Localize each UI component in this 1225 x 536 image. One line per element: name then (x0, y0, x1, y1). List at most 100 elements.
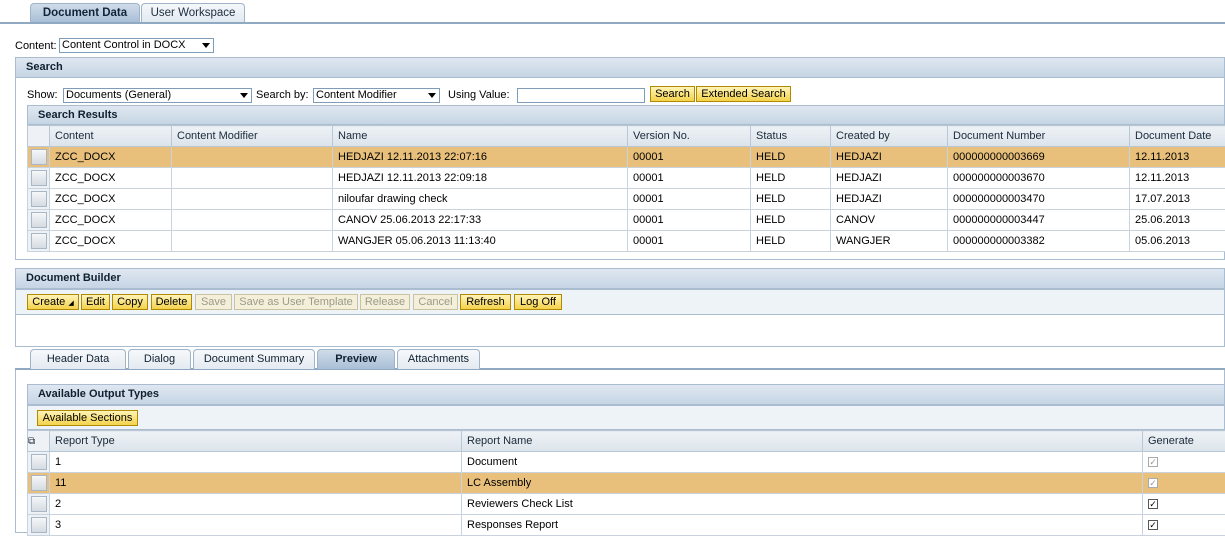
row-selector[interactable] (28, 494, 50, 515)
generate-checkbox[interactable]: ✓ (1148, 457, 1158, 467)
cell: 000000000003447 (948, 210, 1130, 231)
search-by-select-value: Content Modifier (316, 89, 397, 101)
search-section-header: Search (15, 57, 1225, 78)
generate-checkbox[interactable]: ✓ (1148, 499, 1158, 509)
column-header[interactable]: Content Modifier (172, 126, 333, 147)
tab-dialog[interactable]: Dialog (128, 349, 191, 369)
row-selector[interactable] (28, 168, 50, 189)
generate-checkbox[interactable]: ✓ (1148, 520, 1158, 530)
report-type-cell: 3 (50, 515, 462, 536)
column-header[interactable]: Generate (1143, 431, 1225, 452)
cell: 00001 (628, 210, 751, 231)
table-row[interactable]: 2 Reviewers Check List ✓ (28, 494, 1225, 515)
tab-document-summary[interactable]: Document Summary (193, 349, 315, 369)
edit-button[interactable]: Edit (81, 294, 110, 310)
row-selector[interactable] (28, 231, 50, 252)
using-value-input[interactable] (517, 88, 645, 103)
table-row[interactable]: 11 LC Assembly ✓ (28, 473, 1225, 494)
cell: CANOV (831, 210, 948, 231)
cell: HELD (751, 147, 831, 168)
tab-attachments[interactable]: Attachments (397, 349, 480, 369)
generate-cell: ✓ (1143, 515, 1225, 536)
row-selector[interactable] (28, 515, 50, 536)
table-row[interactable]: 1 Document ✓ (28, 452, 1225, 473)
cell: ZCC_DOCX (50, 189, 172, 210)
create-button[interactable]: Create ◢ (27, 294, 79, 310)
table-row[interactable]: ZCC_DOCX HEDJAZI 12.11.2013 22:09:18 000… (28, 168, 1225, 189)
table-row[interactable]: ZCC_DOCX CANOV 25.06.2013 22:17:33 00001… (28, 210, 1225, 231)
search-results-header: Search Results (27, 105, 1225, 125)
report-name-cell: Document (462, 452, 1143, 473)
extended-search-button[interactable]: Extended Search (696, 86, 791, 102)
cell: HEDJAZI (831, 189, 948, 210)
menu-triangle-icon: ◢ (68, 300, 73, 307)
cell: HEDJAZI (831, 147, 948, 168)
row-selector[interactable] (28, 189, 50, 210)
content-select-value: Content Control in DOCX (62, 39, 186, 51)
column-header[interactable]: Created by (831, 126, 948, 147)
delete-button[interactable]: Delete (151, 294, 192, 310)
table-row[interactable]: ZCC_DOCX HEDJAZI 12.11.2013 22:07:16 000… (28, 147, 1225, 168)
cell: HEDJAZI 12.11.2013 22:07:16 (333, 147, 628, 168)
cell (172, 210, 333, 231)
column-header[interactable]: Version No. (628, 126, 751, 147)
tab-user-workspace[interactable]: User Workspace (141, 3, 245, 22)
generate-checkbox[interactable]: ✓ (1148, 478, 1158, 488)
content-label: Content: (15, 40, 57, 52)
release-button[interactable]: Release (360, 294, 410, 310)
search-button[interactable]: Search (650, 86, 695, 102)
search-by-label: Search by: (256, 89, 309, 101)
cell: 05.06.2013 (1130, 231, 1225, 252)
cell: WANGJER (831, 231, 948, 252)
cell: 25.06.2013 (1130, 210, 1225, 231)
cell: 000000000003382 (948, 231, 1130, 252)
row-selector[interactable] (28, 147, 50, 168)
create-button-label: Create (32, 296, 65, 308)
cell: 00001 (628, 231, 751, 252)
row-selector[interactable] (28, 452, 50, 473)
using-value-label: Using Value: (448, 89, 510, 101)
table-row[interactable]: ZCC_DOCX WANGJER 05.06.2013 11:13:40 000… (28, 231, 1225, 252)
copy-button[interactable]: Copy (112, 294, 148, 310)
column-header[interactable]: Report Type (50, 431, 462, 452)
show-label: Show: (27, 89, 58, 101)
column-header[interactable]: Name (333, 126, 628, 147)
row-selector[interactable] (28, 210, 50, 231)
cell: niloufar drawing check (333, 189, 628, 210)
cell: ZCC_DOCX (50, 210, 172, 231)
generate-cell: ✓ (1143, 452, 1225, 473)
column-header[interactable]: Report Name (462, 431, 1143, 452)
generate-cell: ✓ (1143, 494, 1225, 515)
document-builder-header: Document Builder (15, 268, 1225, 289)
cell: 17.07.2013 (1130, 189, 1225, 210)
cell: ZCC_DOCX (50, 168, 172, 189)
column-header[interactable]: Document Number (948, 126, 1130, 147)
cell: HEDJAZI (831, 168, 948, 189)
search-by-select[interactable]: Content Modifier (313, 88, 440, 103)
tab-header-data[interactable]: Header Data (30, 349, 126, 369)
cell: 000000000003470 (948, 189, 1130, 210)
cell: HEDJAZI 12.11.2013 22:09:18 (333, 168, 628, 189)
column-header[interactable]: Document Date (1130, 126, 1225, 147)
generate-cell: ✓ (1143, 473, 1225, 494)
save-button[interactable]: Save (195, 294, 232, 310)
column-header[interactable]: Status (751, 126, 831, 147)
show-select[interactable]: Documents (General) (63, 88, 252, 103)
table-row[interactable]: ZCC_DOCX niloufar drawing check 00001 HE… (28, 189, 1225, 210)
log-off-button[interactable]: Log Off (514, 294, 562, 310)
refresh-button[interactable]: Refresh (460, 294, 511, 310)
tab-preview[interactable]: Preview (317, 349, 395, 369)
available-sections-button[interactable]: Available Sections (37, 410, 138, 426)
select-all-icon[interactable]: ⧉ (28, 431, 50, 452)
tab-document-data[interactable]: Document Data (30, 3, 140, 22)
cancel-button[interactable]: Cancel (413, 294, 458, 310)
report-name-cell: LC Assembly (462, 473, 1143, 494)
save-as-template-button[interactable]: Save as User Template (234, 294, 358, 310)
output-types-table: ⧉ Report Type Report Name Generate 1 Doc… (27, 430, 1225, 536)
cell: WANGJER 05.06.2013 11:13:40 (333, 231, 628, 252)
column-header[interactable]: Content (50, 126, 172, 147)
content-select[interactable]: Content Control in DOCX (59, 38, 214, 53)
table-row[interactable]: 3 Responses Report ✓ (28, 515, 1225, 536)
row-selector[interactable] (28, 473, 50, 494)
report-type-cell: 11 (50, 473, 462, 494)
